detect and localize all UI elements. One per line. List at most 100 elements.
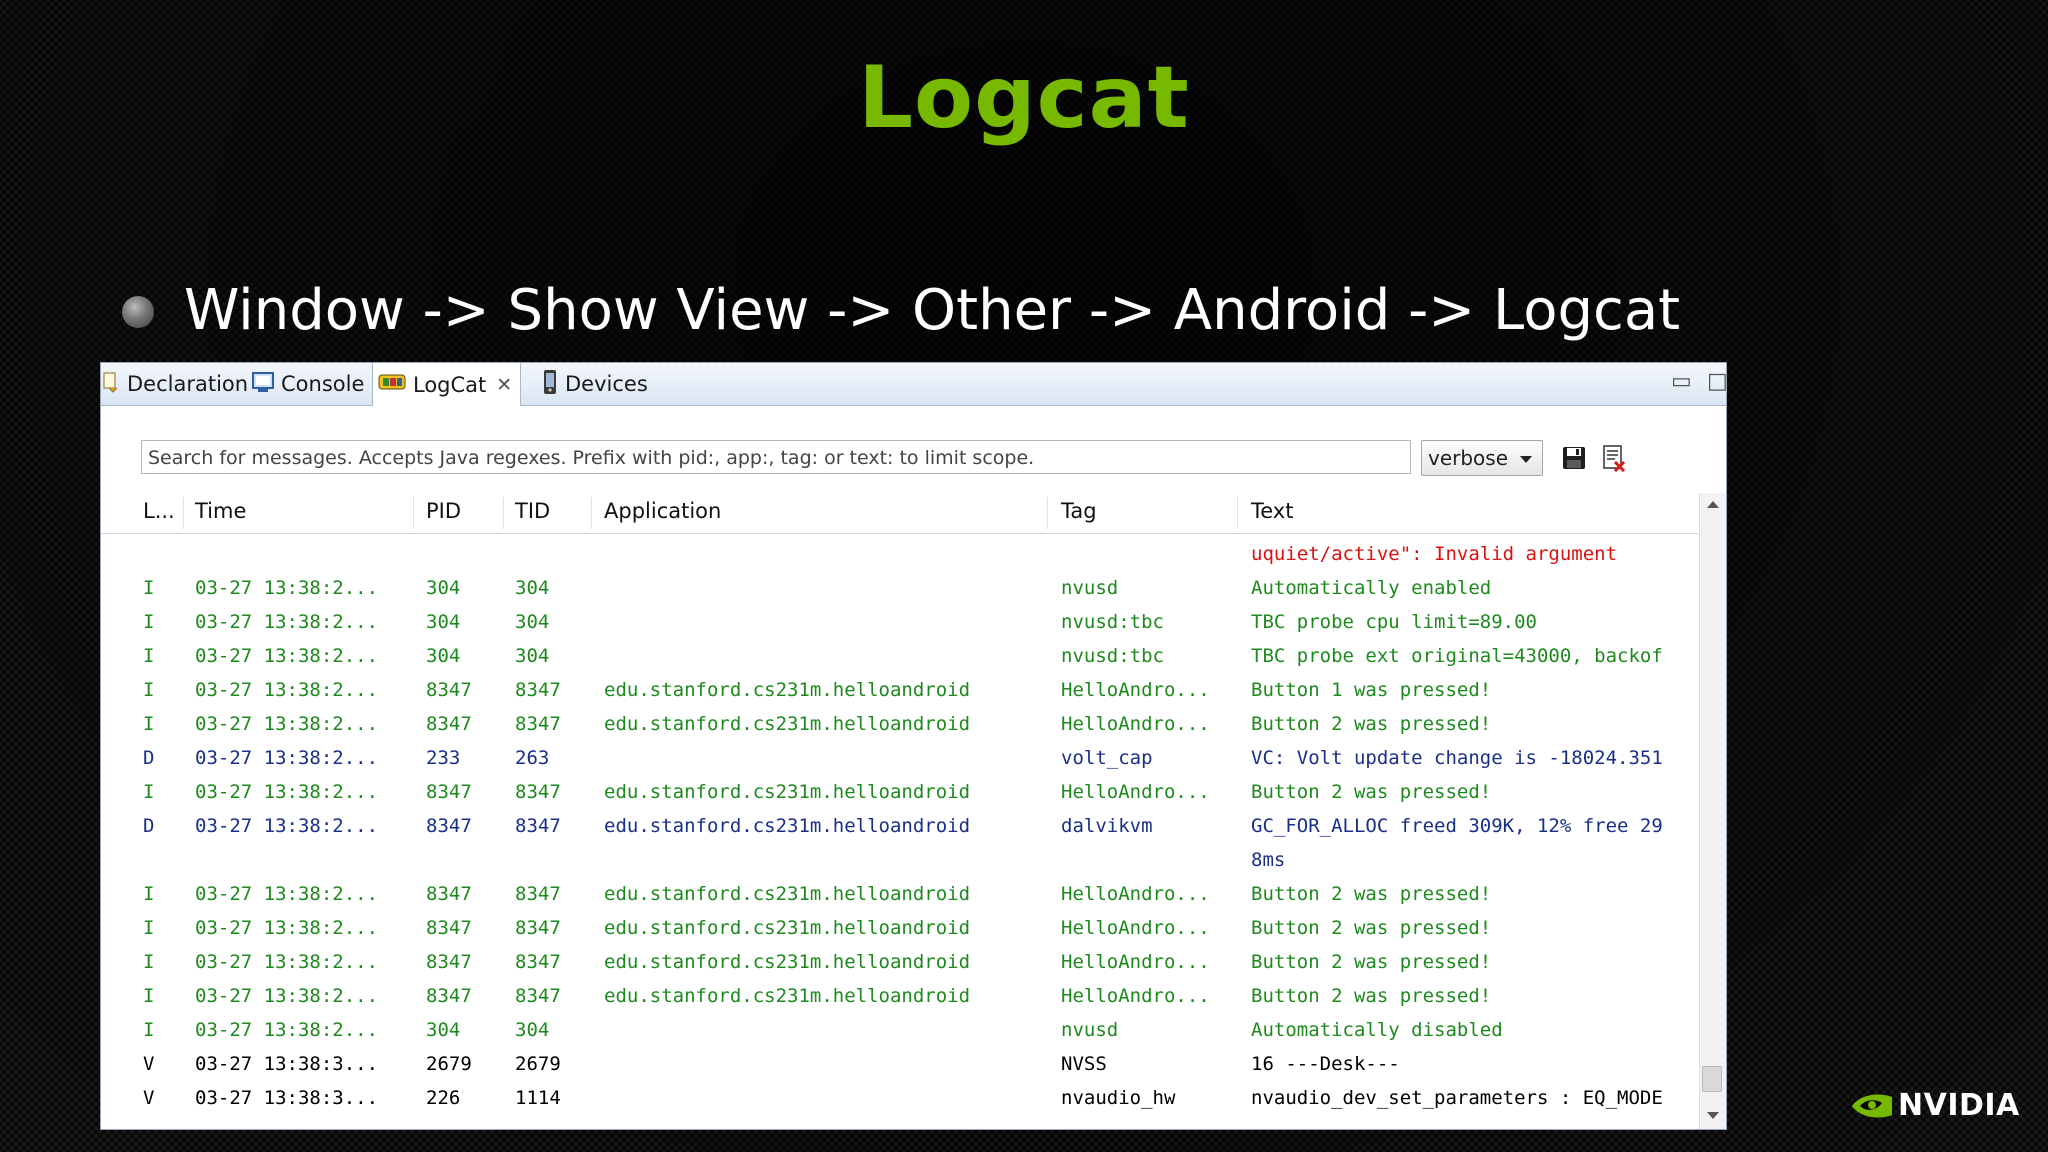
- log-level-value: verbose: [1428, 446, 1509, 470]
- log-row[interactable]: I 03-27 13:38:2... 8347 8347 edu.stanford.cs…: [101, 673, 1698, 707]
- log-text: Button 2 was pressed!: [1251, 917, 1492, 939]
- log-tag: dalvikvm: [1061, 815, 1153, 837]
- tab-declaration[interactable]: Declaration: [101, 363, 248, 405]
- log-row[interactable]: 8ms: [101, 843, 1698, 877]
- log-tid: 304: [515, 645, 550, 667]
- log-time: 03-27 13:38:2...: [195, 713, 379, 735]
- log-pid: 8347: [426, 985, 472, 1007]
- log-pid: 304: [426, 645, 461, 667]
- tab-devices[interactable]: Devices: [541, 363, 648, 405]
- brand-name: NVIDIA: [1898, 1088, 2020, 1123]
- log-time: 03-27 13:38:2...: [195, 985, 379, 1007]
- log-tid: 8347: [515, 781, 561, 803]
- log-tid: 8347: [515, 815, 561, 837]
- log-row[interactable]: I 03-27 13:38:2... 8347 8347 edu.stanford.cs…: [101, 911, 1698, 945]
- log-level: I: [143, 645, 155, 667]
- log-pid: 8347: [426, 951, 472, 973]
- log-table-body: uquiet/active": Invalid argument I 03-27 1…: [101, 537, 1698, 1129]
- column-header-level[interactable]: L...: [143, 499, 175, 523]
- log-tag: NVSS: [1061, 1053, 1107, 1075]
- nvidia-eye-icon: [1852, 1093, 1892, 1118]
- log-level: I: [143, 577, 155, 599]
- log-tid: 8347: [515, 883, 561, 905]
- log-row[interactable]: I 03-27 13:38:2... 8347 8347 edu.stanford.cs…: [101, 877, 1698, 911]
- column-header-tid[interactable]: TID: [515, 499, 550, 523]
- log-level: I: [143, 781, 155, 803]
- log-level-select[interactable]: verbose: [1421, 440, 1543, 476]
- scroll-down-icon[interactable]: [1707, 1112, 1719, 1119]
- log-row[interactable]: I 03-27 13:38:2... 8347 8347 edu.stanford.cs…: [101, 707, 1698, 741]
- log-row[interactable]: I 03-27 13:38:2... 304 304 nvusd:tbc TBC prob…: [101, 639, 1698, 673]
- log-text: Automatically disabled: [1251, 1019, 1503, 1041]
- log-text: nvaudio_dev_set_parameters : EQ_MODE: [1251, 1087, 1663, 1109]
- slide-title: Logcat: [858, 48, 1190, 148]
- log-level: I: [143, 1019, 155, 1041]
- column-divider[interactable]: [503, 497, 504, 529]
- scrollbar-thumb[interactable]: [1702, 1066, 1722, 1092]
- log-level: I: [143, 951, 155, 973]
- clear-log-button[interactable]: [1597, 441, 1631, 475]
- log-text: TBC probe ext original=43000, backof: [1251, 645, 1663, 667]
- save-button[interactable]: [1557, 441, 1591, 475]
- log-tag: HelloAndro...: [1061, 781, 1210, 803]
- log-tid: 304: [515, 611, 550, 633]
- log-row[interactable]: V 03-27 13:38:3... 226 1114 nvaudio_hw nvaudi…: [101, 1081, 1698, 1115]
- log-tid: 304: [515, 1019, 550, 1041]
- minimize-icon[interactable]: ▭: [1671, 369, 1692, 394]
- save-icon: [1563, 447, 1585, 469]
- log-level: I: [143, 679, 155, 701]
- log-text: Button 1 was pressed!: [1251, 679, 1492, 701]
- log-application: edu.stanford.cs231m.helloandroid: [604, 781, 971, 803]
- log-pid: 8347: [426, 815, 472, 837]
- log-tid: 304: [515, 577, 550, 599]
- search-input[interactable]: Search for messages. Accepts Java regexe…: [141, 440, 1411, 474]
- log-row[interactable]: I 03-27 13:38:2... 8347 8347 edu.stanford.cs…: [101, 945, 1698, 979]
- log-tag: nvusd:tbc: [1061, 645, 1164, 667]
- column-header-application[interactable]: Application: [604, 499, 721, 523]
- log-application: edu.stanford.cs231m.helloandroid: [604, 951, 971, 973]
- log-tag: volt_cap: [1061, 747, 1153, 769]
- column-header-pid[interactable]: PID: [426, 499, 461, 523]
- log-tag: nvaudio_hw: [1061, 1087, 1176, 1109]
- log-text: Button 2 was pressed!: [1251, 951, 1492, 973]
- log-text: GC_FOR_ALLOC freed 309K, 12% free 29: [1251, 815, 1663, 837]
- declaration-icon: [101, 371, 121, 398]
- log-row[interactable]: uquiet/active": Invalid argument: [101, 537, 1698, 571]
- column-header-time[interactable]: Time: [195, 499, 246, 523]
- column-divider[interactable]: [591, 497, 592, 529]
- log-text: uquiet/active": Invalid argument: [1251, 543, 1618, 565]
- vertical-scrollbar[interactable]: [1699, 493, 1726, 1129]
- tab-console[interactable]: Console: [251, 363, 364, 405]
- maximize-icon[interactable]: □: [1707, 369, 1726, 394]
- tab-logcat[interactable]: LogCat ✕: [372, 363, 522, 406]
- scroll-up-icon[interactable]: [1707, 501, 1719, 508]
- column-divider[interactable]: [183, 497, 184, 529]
- log-tag: nvusd: [1061, 1019, 1119, 1041]
- log-tid: 1114: [515, 1087, 561, 1109]
- log-row[interactable]: I 03-27 13:38:2... 8347 8347 edu.stanford.cs…: [101, 775, 1698, 809]
- log-row[interactable]: I 03-27 13:38:2... 304 304 nvusd Automaticall…: [101, 571, 1698, 605]
- log-row[interactable]: D 03-27 13:38:2... 8347 8347 edu.stanford.cs…: [101, 809, 1698, 843]
- log-tag: HelloAndro...: [1061, 679, 1210, 701]
- column-divider[interactable]: [1047, 497, 1048, 529]
- log-pid: 8347: [426, 713, 472, 735]
- log-row[interactable]: I 03-27 13:38:2... 8347 8347 edu.stanford.cs…: [101, 979, 1698, 1013]
- log-row[interactable]: I 03-27 13:38:2... 304 304 nvusd:tbc TBC prob…: [101, 605, 1698, 639]
- log-text: 8ms: [1251, 849, 1286, 871]
- column-divider[interactable]: [413, 497, 414, 529]
- column-header-text[interactable]: Text: [1251, 499, 1293, 523]
- log-tag: nvusd:tbc: [1061, 611, 1164, 633]
- log-row[interactable]: I 03-27 13:38:2... 304 304 nvusd Automaticall…: [101, 1013, 1698, 1047]
- close-icon[interactable]: ✕: [496, 374, 512, 396]
- log-row[interactable]: D 03-27 13:38:2... 233 263 volt_cap VC: Volt …: [101, 741, 1698, 775]
- column-header-tag[interactable]: Tag: [1061, 499, 1097, 523]
- log-application: edu.stanford.cs231m.helloandroid: [604, 883, 971, 905]
- log-text: Automatically enabled: [1251, 577, 1492, 599]
- tab-label: Devices: [565, 372, 648, 396]
- log-tag: HelloAndro...: [1061, 883, 1210, 905]
- log-tag: HelloAndro...: [1061, 713, 1210, 735]
- log-row[interactable]: V 03-27 13:38:3... 2679 2679 NVSS 16 ---Desk-…: [101, 1047, 1698, 1081]
- tab-label: Console: [281, 372, 365, 396]
- column-divider[interactable]: [1237, 497, 1238, 529]
- log-application: edu.stanford.cs231m.helloandroid: [604, 815, 971, 837]
